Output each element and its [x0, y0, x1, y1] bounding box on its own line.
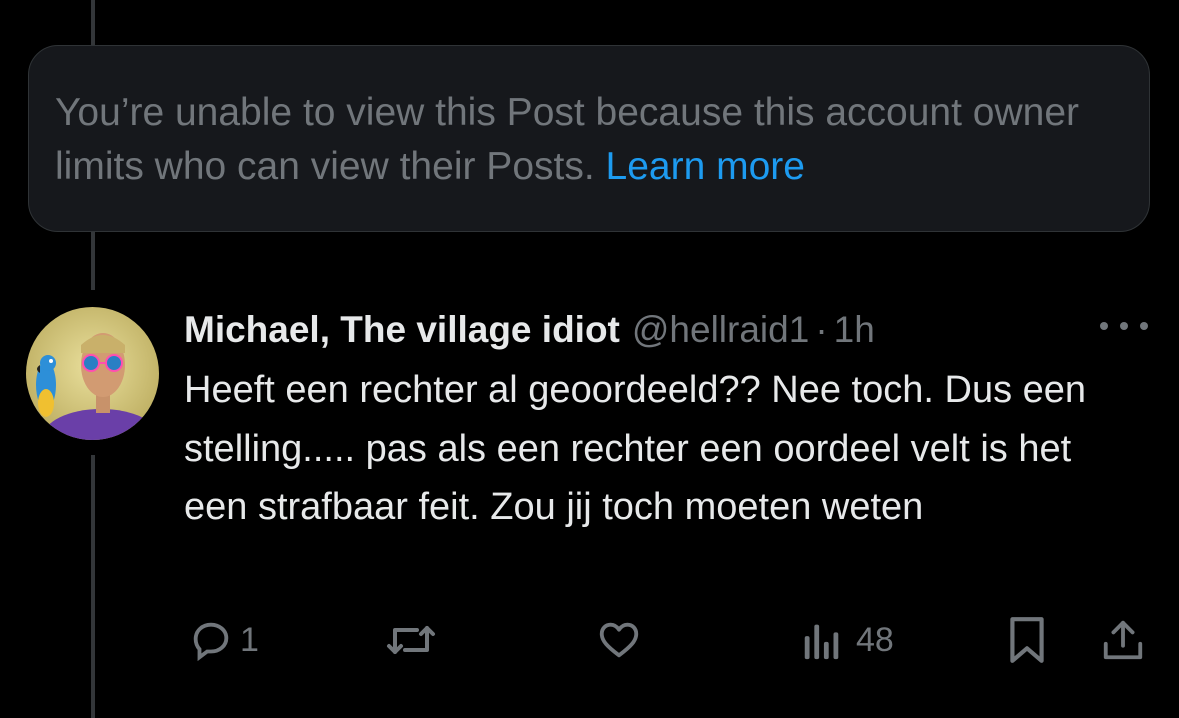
repost-icon	[387, 626, 435, 654]
reply-icon	[193, 622, 229, 662]
reply-count: 1	[240, 620, 259, 659]
repost-button[interactable]	[385, 614, 437, 666]
like-icon	[599, 622, 639, 658]
avatar[interactable]	[26, 307, 159, 440]
like-button[interactable]	[596, 614, 642, 666]
bookmark-button[interactable]	[1005, 614, 1049, 666]
views-button[interactable]: 48	[802, 614, 894, 666]
unavailable-post-notice: You’re unable to view this Post because …	[28, 45, 1150, 232]
share-button[interactable]	[1100, 614, 1146, 666]
reply-button[interactable]: 1	[188, 614, 259, 666]
share-icon	[1103, 620, 1143, 660]
post-header: Michael, The village idiot @hellraid1 · …	[184, 302, 875, 358]
meta-separator: ·	[815, 309, 828, 350]
views-count: 48	[856, 620, 894, 659]
handle[interactable]: @hellraid1	[632, 309, 809, 351]
thread-line-top	[91, 0, 95, 45]
bookmark-icon	[1010, 617, 1044, 663]
display-name[interactable]: Michael, The village idiot	[184, 309, 620, 351]
learn-more-link[interactable]: Learn more	[606, 145, 805, 188]
notice-text: You’re unable to view this Post because …	[55, 91, 1080, 188]
post-text: Heeft een rechter al geoordeeld?? Nee to…	[184, 369, 1087, 528]
thread-line-middle	[91, 232, 95, 290]
more-icon[interactable]	[1100, 316, 1148, 336]
views-icon	[804, 624, 839, 660]
timestamp[interactable]: 1h	[834, 309, 875, 351]
thread-line-bottom	[91, 455, 95, 718]
